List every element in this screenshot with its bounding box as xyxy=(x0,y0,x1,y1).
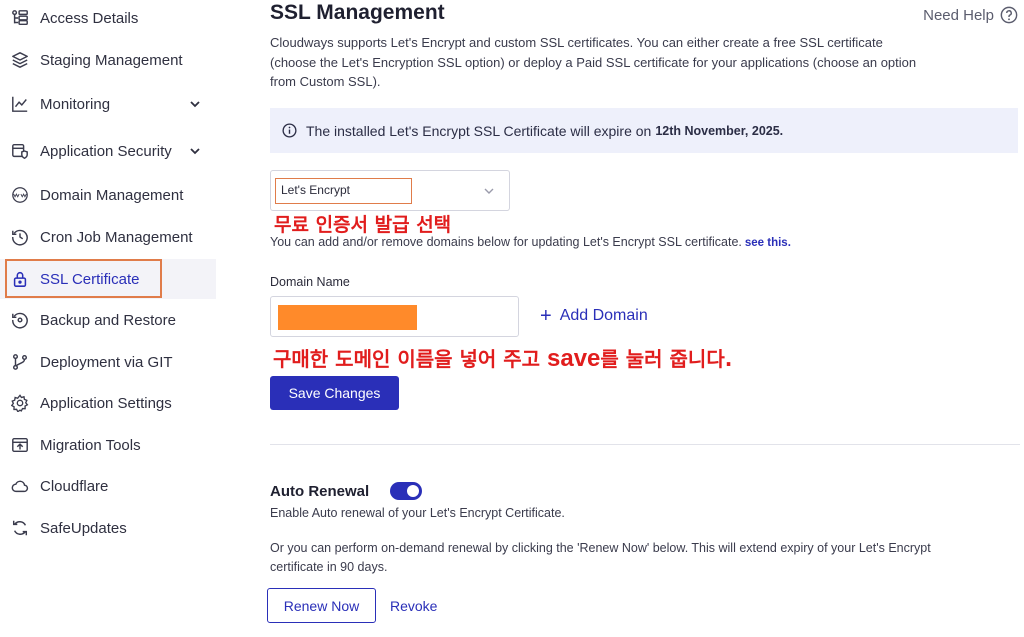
sidebar-item-domain-management[interactable]: Domain Management xyxy=(0,175,216,215)
sidebar-item-label: Cron Job Management xyxy=(40,228,193,246)
line-chart-icon xyxy=(10,94,30,114)
domain-helper-text: You can add and/or remove domains below … xyxy=(270,235,791,249)
expiry-banner: The installed Let's Encrypt SSL Certific… xyxy=(270,108,1018,153)
sidebar-item-staging-management[interactable]: Staging Management xyxy=(0,40,216,80)
domain-name-input[interactable] xyxy=(270,296,519,337)
chevron-down-icon xyxy=(484,188,494,194)
clock-history-icon xyxy=(10,227,30,247)
need-help-label: Need Help xyxy=(923,6,994,24)
sidebar-item-label: Domain Management xyxy=(40,186,184,204)
backup-icon xyxy=(10,310,30,330)
expiry-date: 12th November, 2025. xyxy=(655,123,784,138)
sidebar-item-label: Staging Management xyxy=(40,51,183,69)
refresh-icon xyxy=(10,518,30,538)
sidebar: Access Details Staging Management Monito… xyxy=(0,0,216,637)
sidebar-item-cloudflare[interactable]: Cloudflare xyxy=(0,466,216,506)
question-circle-icon xyxy=(1000,6,1018,24)
sidebar-item-cron-job-management[interactable]: Cron Job Management xyxy=(0,217,216,257)
need-help-link[interactable]: Need Help xyxy=(923,6,1018,24)
layers-icon xyxy=(10,50,30,70)
save-changes-button[interactable]: Save Changes xyxy=(270,376,399,410)
ssl-type-selected-value: Let's Encrypt xyxy=(275,178,412,204)
sidebar-item-label: Cloudflare xyxy=(40,477,109,495)
sidebar-item-label: Deployment via GIT xyxy=(40,353,173,371)
annotation-enter-domain-save: 구매한 도메인 이름을 넣어 주고 save를 눌러 줍니다. xyxy=(273,343,732,373)
renew-now-button[interactable]: Renew Now xyxy=(267,588,376,623)
redacted-domain xyxy=(278,305,417,330)
sidebar-item-label: Migration Tools xyxy=(40,436,141,454)
info-icon xyxy=(282,123,297,138)
expiry-text: The installed Let's Encrypt SSL Certific… xyxy=(306,122,652,139)
annotation-2-part: 를 눌러 줍니다. xyxy=(600,347,733,371)
annotation-select-free-cert: 무료 인증서 발급 선택 xyxy=(274,214,452,236)
sidebar-item-application-settings[interactable]: Application Settings xyxy=(0,383,216,423)
sidebar-item-label: Application Settings xyxy=(40,394,172,412)
add-domain-button[interactable]: + Add Domain xyxy=(540,305,648,327)
sidebar-item-application-security[interactable]: Application Security xyxy=(0,131,216,171)
domain-name-label: Domain Name xyxy=(270,275,350,289)
helper-text: You can add and/or remove domains below … xyxy=(270,235,742,249)
sidebar-item-label: Backup and Restore xyxy=(40,311,176,329)
ssl-management-panel: SSL Management Need Help Cloudways suppo… xyxy=(267,0,1020,637)
annotation-2-save: save xyxy=(547,345,601,372)
sidebar-item-label: SafeUpdates xyxy=(40,519,127,537)
add-domain-label: Add Domain xyxy=(559,307,648,324)
page-title: SSL Management xyxy=(270,1,445,24)
git-branch-icon xyxy=(10,352,30,372)
plus-icon: + xyxy=(540,305,552,327)
access-details-icon xyxy=(10,8,30,28)
cloud-icon xyxy=(10,476,30,496)
section-divider xyxy=(270,444,1020,445)
migration-icon xyxy=(10,435,30,455)
ondemand-renewal-text: Or you can perform on-demand renewal by … xyxy=(270,541,931,574)
sidebar-item-label: Access Details xyxy=(40,9,139,27)
sidebar-item-label: Application Security xyxy=(40,142,172,160)
gear-icon xyxy=(10,393,30,413)
auto-renewal-title: Auto Renewal xyxy=(270,483,370,500)
security-icon xyxy=(10,141,30,161)
intro-text: Cloudways supports Let's Encrypt and cus… xyxy=(270,35,917,89)
ssl-type-select[interactable]: Let's Encrypt xyxy=(270,170,510,211)
auto-renewal-toggle[interactable] xyxy=(390,482,422,500)
sidebar-item-access-details[interactable]: Access Details xyxy=(0,0,216,38)
sidebar-item-label: Monitoring xyxy=(40,95,111,113)
sidebar-item-label: SSL Certificate xyxy=(40,270,140,288)
sidebar-item-migration-tools[interactable]: Migration Tools xyxy=(0,425,216,465)
lock-icon xyxy=(10,269,30,289)
sidebar-item-deployment-via-git[interactable]: Deployment via GIT xyxy=(0,342,216,382)
sidebar-item-monitoring[interactable]: Monitoring xyxy=(0,84,216,124)
www-icon xyxy=(10,185,30,205)
chevron-down-icon[interactable] xyxy=(188,144,202,158)
chevron-down-icon[interactable] xyxy=(188,97,202,111)
sidebar-item-backup-and-restore[interactable]: Backup and Restore xyxy=(0,300,216,340)
toggle-knob xyxy=(407,485,419,497)
see-this-link[interactable]: see this. xyxy=(745,237,791,249)
sidebar-item-ssl-certificate[interactable]: SSL Certificate xyxy=(0,259,216,299)
sidebar-item-safeupdates[interactable]: SafeUpdates xyxy=(0,508,216,548)
revoke-link[interactable]: Revoke xyxy=(390,598,437,614)
annotation-2-part: 구매한 도메인 이름을 넣어 주고 xyxy=(273,347,548,371)
auto-renewal-description: Enable Auto renewal of your Let's Encryp… xyxy=(270,506,565,520)
